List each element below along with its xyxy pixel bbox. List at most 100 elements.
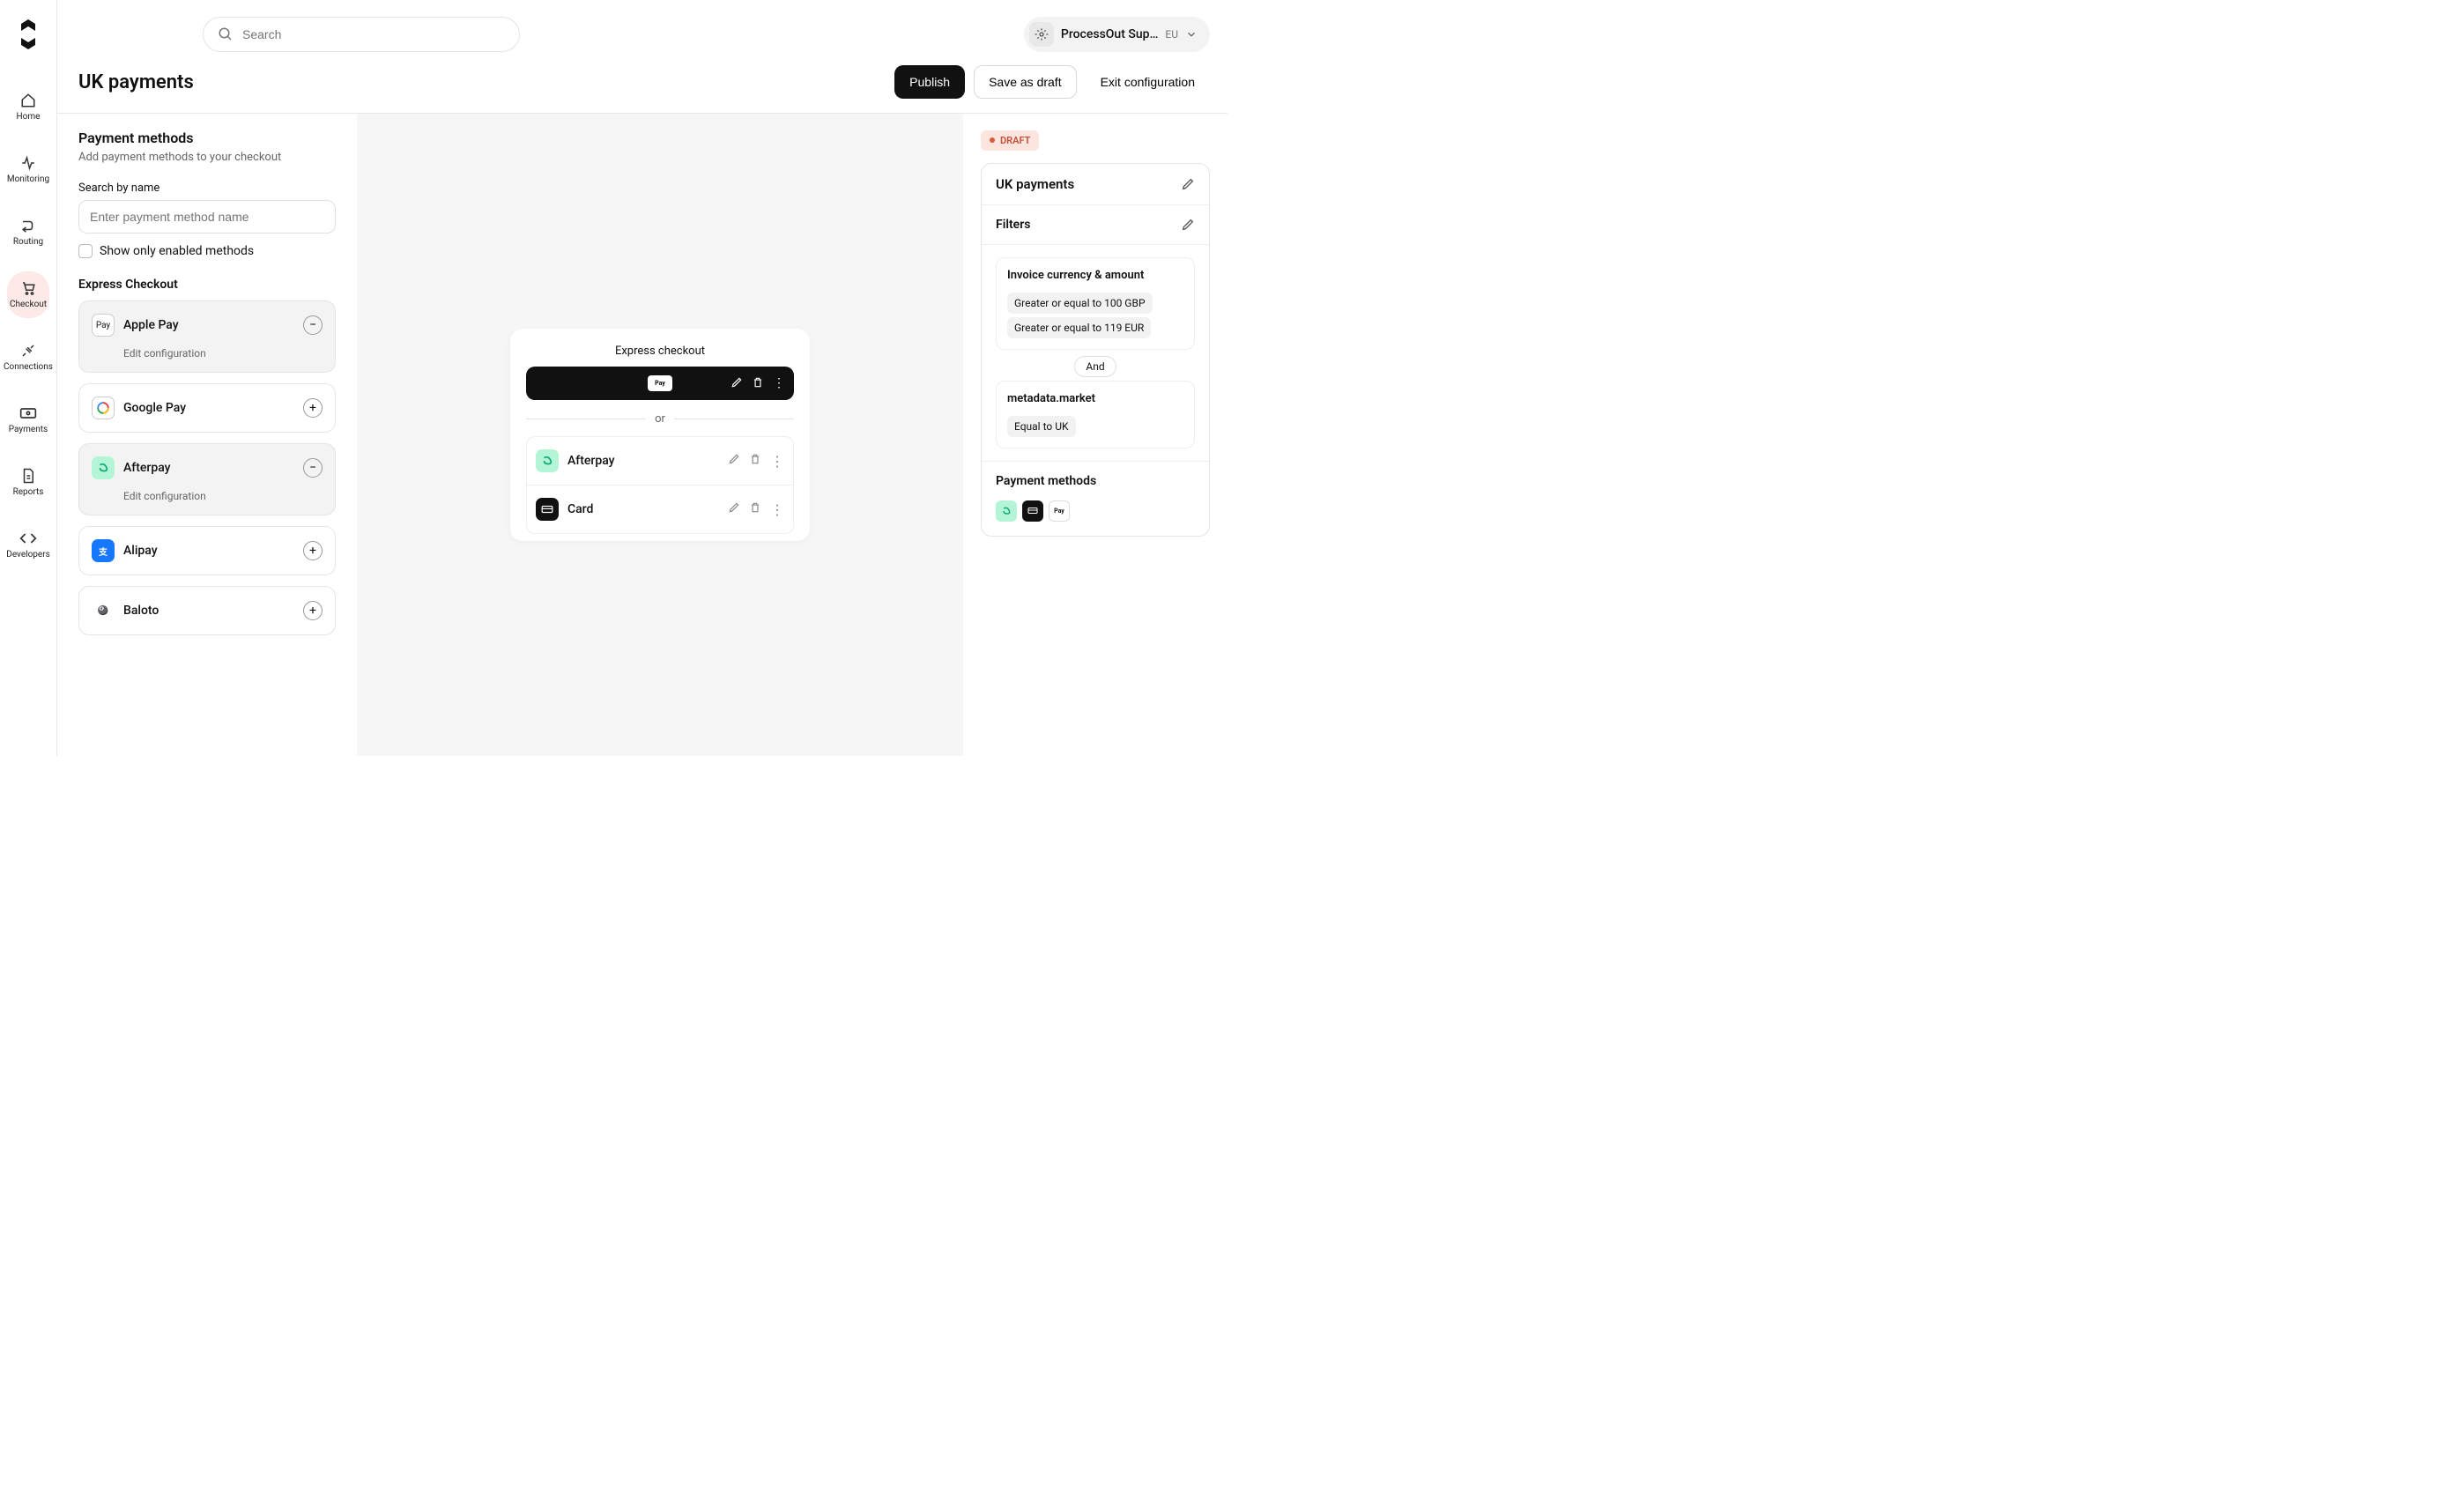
- summary-title: UK payments: [996, 176, 1074, 192]
- nav-home-label: Home: [17, 112, 41, 122]
- status-badge: DRAFT: [981, 130, 1039, 151]
- remove-afterpay-button[interactable]: −: [303, 458, 323, 478]
- drag-handle-icon[interactable]: ⋮: [773, 376, 785, 390]
- row-label: Afterpay: [567, 454, 615, 468]
- add-alipay-button[interactable]: +: [303, 541, 323, 560]
- document-icon: [19, 468, 37, 484]
- nav-payments[interactable]: Payments: [0, 397, 56, 443]
- nav-reports[interactable]: Reports: [0, 459, 56, 506]
- status-dot-icon: [990, 137, 995, 143]
- preview-title: Express checkout: [526, 345, 794, 358]
- filter-metadata-market: metadata.market Equal to UK: [996, 381, 1195, 448]
- sidebar: Home Monitoring Routing Checkout Connect…: [0, 0, 57, 756]
- drag-handle-icon[interactable]: ⋮: [770, 501, 784, 518]
- nav-routing[interactable]: Routing: [0, 209, 56, 256]
- pm-search-input[interactable]: [78, 200, 336, 233]
- pm-label: Apple Pay: [123, 318, 294, 332]
- gear-icon: [1029, 22, 1054, 47]
- nav-monitoring[interactable]: Monitoring: [0, 146, 56, 193]
- nav-payments-label: Payments: [9, 425, 48, 434]
- filter-label: Invoice currency & amount: [1007, 269, 1183, 282]
- pm-label: Google Pay: [123, 401, 294, 415]
- filters-header: Filters: [996, 218, 1030, 232]
- nav-routing-label: Routing: [13, 237, 43, 247]
- alipay-icon: 支: [92, 539, 115, 562]
- plug-icon: [19, 343, 37, 359]
- trash-icon[interactable]: [749, 501, 761, 518]
- enabled-only-checkbox[interactable]: [78, 244, 93, 258]
- filter-currency-amount: Invoice currency & amount Greater or equ…: [996, 257, 1195, 350]
- pm-label: Baloto: [123, 604, 294, 618]
- and-connector: And: [982, 357, 1209, 374]
- filter-chip: Equal to UK: [1007, 416, 1076, 437]
- filter-label: metadata.market: [1007, 392, 1183, 405]
- remove-apple-pay-button[interactable]: −: [303, 315, 323, 335]
- pm-baloto[interactable]: 🎱 Baloto +: [78, 586, 336, 635]
- pm-label: Alipay: [123, 544, 294, 558]
- activity-icon: [19, 155, 37, 171]
- edit-filters-button[interactable]: [1181, 218, 1195, 232]
- edit-afterpay[interactable]: Edit configuration: [123, 490, 323, 502]
- pm-label: Afterpay: [123, 461, 294, 475]
- apple-pay-badge: Pay: [648, 375, 672, 391]
- topbar: ProcessOut Sup… EU: [57, 0, 1228, 53]
- pm-afterpay[interactable]: Afterpay − Edit configuration: [78, 443, 336, 515]
- cart-icon: [19, 280, 37, 296]
- preview-afterpay-row[interactable]: Afterpay ⋮: [527, 437, 793, 485]
- apple-pay-thumb-icon: Pay: [1049, 500, 1070, 522]
- pm-google-pay[interactable]: Google Pay +: [78, 383, 336, 433]
- nav-connections-label: Connections: [4, 362, 53, 372]
- status-text: DRAFT: [1000, 135, 1030, 146]
- edit-apple-pay[interactable]: Edit configuration: [123, 347, 323, 359]
- trash-icon[interactable]: [749, 453, 761, 470]
- nav-checkout[interactable]: Checkout: [7, 271, 49, 318]
- nav-reports-label: Reports: [13, 487, 44, 497]
- nav-monitoring-label: Monitoring: [7, 174, 49, 184]
- page-header: UK payments Publish Save as draft Exit c…: [57, 53, 1228, 113]
- pm-alipay[interactable]: 支 Alipay +: [78, 526, 336, 575]
- global-search[interactable]: [203, 17, 520, 52]
- account-switcher[interactable]: ProcessOut Sup… EU: [1024, 17, 1210, 52]
- account-region: EU: [1165, 28, 1178, 41]
- nav-developers[interactable]: Developers: [0, 522, 56, 568]
- publish-button[interactable]: Publish: [894, 65, 965, 99]
- enabled-only-label: Show only enabled methods: [100, 244, 254, 258]
- drag-handle-icon[interactable]: ⋮: [770, 453, 784, 470]
- bill-icon: [19, 405, 37, 421]
- summary-panel: DRAFT UK payments Filters Invoice curren…: [963, 114, 1228, 756]
- trash-icon[interactable]: [752, 376, 764, 390]
- summary-pm-header: Payment methods: [982, 461, 1209, 500]
- nav-connections[interactable]: Connections: [0, 334, 56, 381]
- afterpay-thumb-icon: [996, 500, 1017, 522]
- nav-developers-label: Developers: [6, 550, 50, 560]
- nav-home[interactable]: Home: [0, 84, 56, 130]
- preview-apple-pay-button[interactable]: Pay ⋮: [526, 367, 794, 400]
- row-label: Card: [567, 502, 593, 516]
- afterpay-icon: [536, 449, 559, 472]
- filter-chip: Greater or equal to 119 EUR: [1007, 317, 1151, 338]
- exit-config-button[interactable]: Exit configuration: [1086, 65, 1210, 99]
- or-divider: or: [526, 412, 794, 426]
- afterpay-icon: [92, 456, 115, 479]
- save-draft-button[interactable]: Save as draft: [974, 65, 1077, 99]
- card-icon: [536, 498, 559, 521]
- add-google-pay-button[interactable]: +: [303, 398, 323, 418]
- preview-card-row[interactable]: Card ⋮: [527, 485, 793, 533]
- checkout-preview-panel: Express checkout Pay ⋮ or Afterpa: [357, 114, 963, 756]
- pm-apple-pay[interactable]: Pay Apple Pay − Edit configuration: [78, 300, 336, 373]
- chevron-down-icon: [1185, 28, 1198, 41]
- baloto-icon: 🎱: [92, 599, 115, 622]
- edit-title-button[interactable]: [1181, 177, 1195, 191]
- route-icon: [19, 218, 37, 233]
- edit-icon[interactable]: [731, 376, 743, 390]
- edit-icon[interactable]: [728, 453, 740, 470]
- add-baloto-button[interactable]: +: [303, 601, 323, 620]
- edit-icon[interactable]: [728, 501, 740, 518]
- search-icon: [218, 26, 234, 42]
- page-title: UK payments: [78, 71, 194, 93]
- payment-methods-panel: Payment methods Add payment methods to y…: [57, 114, 357, 756]
- card-thumb-icon: [1022, 500, 1043, 522]
- search-input[interactable]: [242, 27, 505, 41]
- pm-section-desc: Add payment methods to your checkout: [78, 150, 336, 166]
- preview-card: Express checkout Pay ⋮ or Afterpa: [510, 329, 810, 541]
